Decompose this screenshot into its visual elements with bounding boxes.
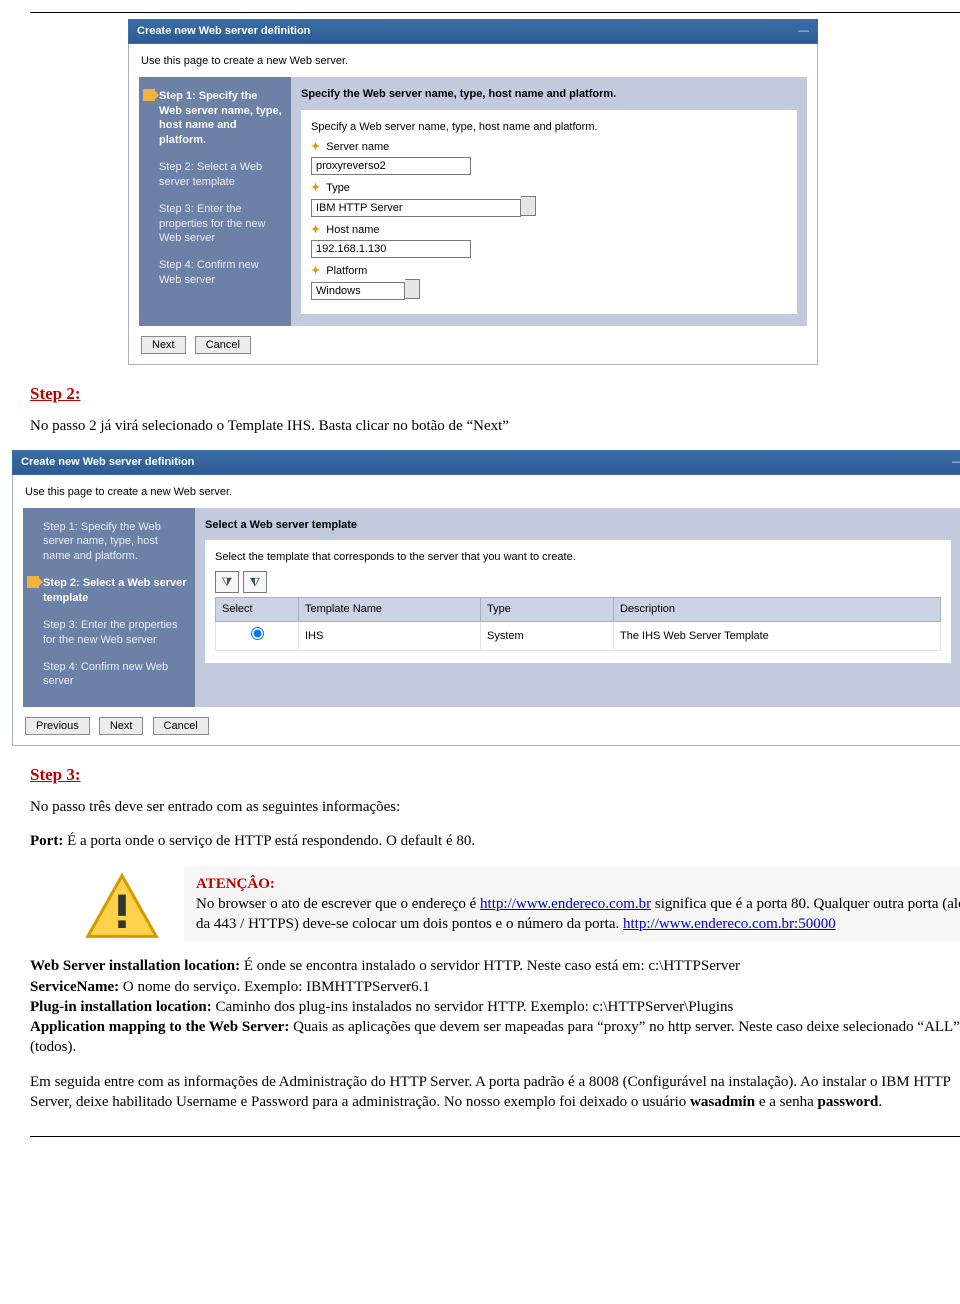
wizard1-step3[interactable]: Step 3: Enter the properties for the new… [145,198,285,255]
wizard1-main: Specify the Web server name, type, host … [291,77,807,326]
wizard2-step3[interactable]: Step 3: Enter the properties for the new… [29,614,189,656]
admin-user: wasadmin [690,1094,755,1110]
template-desc: The IHS Web Server Template [614,622,941,651]
wizard2-title: Create new Web server definition [21,455,194,470]
platform-label: Platform [326,265,367,277]
chevron-down-icon[interactable] [521,196,536,216]
host-name-label: Host name [326,224,379,236]
wizard1-section-head: Specify the Web server name, type, host … [301,85,797,108]
wsil-label: Web Server installation location: [30,958,240,974]
template-type: System [481,622,614,651]
step2-heading: Step 2: [30,383,960,406]
next-button[interactable]: Next [141,336,186,354]
mapping-label: Application mapping to the Web Server: [30,1019,289,1035]
wizard1-title: Create new Web server definition [137,24,310,39]
attention-label: ATENÇÂO: [196,874,960,894]
step3-details: Web Server installation location: É onde… [30,956,960,1057]
service-text: O nome do serviço. Exemplo: IBMHTTPServe… [119,979,430,995]
required-icon: ✦ [311,141,320,153]
service-label: ServiceName: [30,979,119,995]
attention-text-1: No browser o ato de escrever que o ender… [196,896,480,912]
template-radio[interactable] [251,627,264,640]
template-table: Select Template Name Type Description IH… [215,597,941,651]
attention-link-2[interactable]: http://www.endereco.com.br:50000 [623,916,836,932]
port-label: Port: [30,833,63,849]
server-name-label: Server name [326,141,389,153]
host-name-input[interactable] [311,240,471,258]
wizard2-section-head: Select a Web server template [205,516,951,539]
wizard1-steps-nav: Step 1: Specify the Web server name, typ… [139,77,291,326]
wizard2-intro: Use this page to create a new Web server… [23,483,960,508]
wizard1-step1[interactable]: Step 1: Specify the Web server name, typ… [145,85,285,156]
step3-intro: No passo três deve ser entrado com as se… [30,797,960,817]
wizard2-step1[interactable]: Step 1: Specify the Web server name, typ… [29,516,189,573]
table-row: IHS System The IHS Web Server Template [216,622,941,651]
wizard-step2: Create new Web server definition — Use t… [12,450,960,746]
cancel-button[interactable]: Cancel [153,717,209,735]
attention-box: ATENÇÂO: No browser o ato de escrever qu… [30,866,960,943]
minimize-icon[interactable]: — [798,24,809,39]
next-button[interactable]: Next [99,717,144,735]
step3-admin: Em seguida entre com as informações de A… [30,1072,960,1113]
clear-filter-icon[interactable]: ⧨ [243,571,267,593]
wizard-step1: Create new Web server definition — Use t… [128,19,818,365]
wizard2-steps-nav: Step 1: Specify the Web server name, typ… [23,508,195,708]
wizard2-section-sub: Select the template that corresponds to … [215,550,941,565]
step2-text: No passo 2 já virá selecionado o Templat… [30,416,960,436]
type-select[interactable] [311,199,521,217]
wizard1-step4[interactable]: Step 4: Confirm new Web server [145,254,285,296]
type-label: Type [326,182,350,194]
th-type: Type [481,598,614,622]
th-description: Description [614,598,941,622]
platform-select[interactable] [311,282,405,300]
step3-heading: Step 3: [30,764,960,787]
required-icon: ✦ [311,265,320,277]
plugin-text: Caminho dos plug-ins instalados no servi… [212,999,734,1015]
required-icon: ✦ [311,224,320,236]
wizard2-step2[interactable]: Step 2: Select a Web server template [29,572,189,614]
chevron-down-icon[interactable] [405,279,420,299]
admin-pass: password [818,1094,879,1110]
admin-text-2: e a senha [755,1094,817,1110]
wizard2-step4[interactable]: Step 4: Confirm new Web server [29,656,189,698]
admin-text-3: . [878,1094,882,1110]
plugin-label: Plug-in installation location: [30,999,212,1015]
required-icon: ✦ [311,182,320,194]
attention-link-1[interactable]: http://www.endereco.com.br [480,896,651,912]
wizard1-step2[interactable]: Step 2: Select a Web server template [145,156,285,198]
step3-port: Port: É a porta onde o serviço de HTTP e… [30,831,960,851]
template-name: IHS [299,622,481,651]
previous-button[interactable]: Previous [25,717,90,735]
wizard2-main: Select a Web server template Select the … [195,508,960,708]
wizard2-title-bar: Create new Web server definition — [12,450,960,475]
port-text: É a porta onde o serviço de HTTP está re… [63,833,475,849]
wsil-text: É onde se encontra instalado o servidor … [240,958,740,974]
server-name-input[interactable] [311,157,471,175]
minimize-icon[interactable]: — [952,455,960,470]
cancel-button[interactable]: Cancel [195,336,251,354]
wizard1-section-sub: Specify a Web server name, type, host na… [311,120,787,135]
wizard1-title-bar: Create new Web server definition — [128,19,818,44]
th-select: Select [216,598,299,622]
th-template-name: Template Name [299,598,481,622]
filter-icon[interactable]: ⧩ [215,571,239,593]
wizard1-intro: Use this page to create a new Web server… [139,52,807,77]
warning-icon [84,870,164,942]
